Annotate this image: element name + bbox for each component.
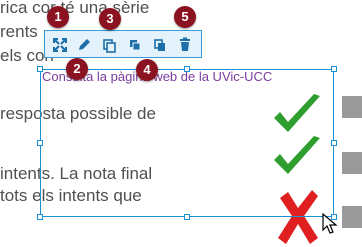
background-text-line-1: rica cor té una sèrie (0, 0, 150, 17)
resize-handle-bottom[interactable] (184, 214, 190, 220)
element-toolbar (44, 30, 202, 58)
copy-icon (103, 39, 116, 53)
badge-4: 4 (136, 59, 158, 81)
badge-2: 2 (66, 58, 88, 80)
trash-icon (180, 37, 190, 51)
resize-handle-left[interactable] (37, 140, 43, 146)
fullscreen-icon (53, 38, 67, 52)
fullscreen-button[interactable] (49, 34, 71, 56)
badge-5: 5 (174, 6, 196, 28)
badge-1: 1 (47, 6, 69, 28)
copy-button[interactable] (98, 34, 120, 56)
resize-handle-top-right[interactable] (331, 66, 337, 72)
resize-handle-right[interactable] (331, 140, 337, 146)
duplicate-button[interactable] (124, 34, 146, 56)
paste-button[interactable] (149, 34, 171, 56)
selection-frame[interactable] (40, 69, 334, 217)
grey-square (342, 96, 362, 118)
resize-handle-bottom-left[interactable] (37, 214, 43, 220)
background-text-line-2: rents (0, 22, 38, 41)
grey-square (342, 152, 362, 174)
edit-pencil-icon (79, 39, 90, 50)
grey-square (342, 206, 362, 228)
duplicate-icon (130, 40, 141, 51)
edit-button[interactable] (73, 34, 95, 56)
paste-icon (154, 39, 165, 51)
badge-3: 3 (99, 8, 121, 30)
delete-button[interactable] (174, 34, 196, 56)
mouse-cursor-icon (322, 213, 338, 234)
